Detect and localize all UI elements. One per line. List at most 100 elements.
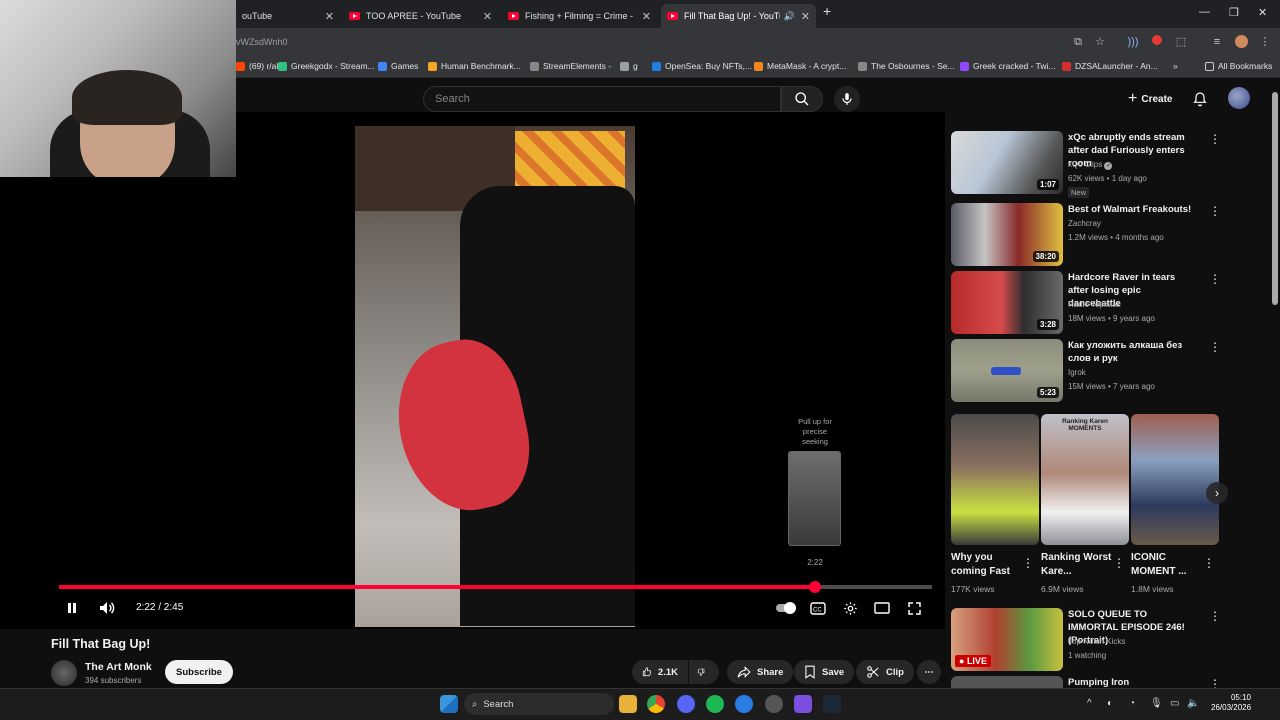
channel-name[interactable]: The Art Monk <box>85 661 152 673</box>
discord-icon[interactable] <box>677 695 695 713</box>
system-clock[interactable]: 05:10 26/03/2026 <box>1211 693 1251 713</box>
recommendation-item[interactable]: Pumping Iron ⋮ <box>951 676 1221 688</box>
more-vertical-icon[interactable]: ⋮ <box>1209 132 1221 146</box>
volume-button[interactable] <box>98 599 116 617</box>
all-bookmarks-button[interactable]: All Bookmarks <box>1205 61 1272 71</box>
obs-icon[interactable] <box>765 695 783 713</box>
reading-list-icon[interactable]: ≡ <box>1210 35 1224 49</box>
fullscreen-button[interactable] <box>905 599 923 617</box>
settings-button[interactable] <box>841 599 859 617</box>
create-button[interactable]: + Create <box>1118 86 1182 112</box>
like-button[interactable]: 2.1K <box>632 660 688 684</box>
chevron-right-icon[interactable]: › <box>1206 482 1228 504</box>
progress-scrubber[interactable] <box>809 581 821 593</box>
browser-tab-active[interactable]: Fill That Bag Up! - YouTube 🔊 ✕ <box>661 4 816 28</box>
install-app-icon[interactable]: ⧉ <box>1071 35 1085 49</box>
bookmark-item[interactable]: StreamElements - <box>530 61 611 71</box>
display-icon[interactable]: ▭ <box>1170 698 1179 709</box>
speaker-icon[interactable]: 🔈 <box>1187 698 1199 709</box>
restore-icon[interactable]: ❐ <box>1229 6 1239 19</box>
rec-channel[interactable]: xQc Clips ✓ <box>1068 160 1113 170</box>
more-vertical-icon[interactable]: ⋮ <box>1113 556 1125 570</box>
close-icon[interactable]: ✕ <box>642 10 651 23</box>
more-vertical-icon[interactable]: ⋮ <box>1209 677 1221 688</box>
short-title[interactable]: Why you coming Fast <box>951 551 1023 579</box>
bookmark-star-icon[interactable]: ☆ <box>1093 35 1107 49</box>
browser-tab[interactable]: ouTube ✕ <box>236 4 340 28</box>
bookmark-item[interactable]: DZSALauncher - An... <box>1062 61 1158 71</box>
extensions-puzzle-icon[interactable]: ⬚ <box>1174 35 1188 49</box>
chrome-icon[interactable] <box>647 695 665 713</box>
short-thumbnail[interactable] <box>1131 414 1219 545</box>
video-thumbnail[interactable] <box>951 676 1063 688</box>
browser-tab[interactable]: Fishing + Filming = Crime - You ✕ <box>502 4 657 28</box>
file-explorer-icon[interactable] <box>619 695 637 713</box>
bookmark-item[interactable]: The Osbournes - Se... <box>858 61 955 71</box>
chrome-menu-icon[interactable]: ⋮ <box>1258 35 1272 49</box>
notifications-bell-icon[interactable] <box>1192 90 1208 108</box>
steam-icon[interactable] <box>823 695 841 713</box>
autoplay-toggle[interactable] <box>776 599 798 617</box>
rec-channel[interactable]: Top Notch Kicks <box>1068 637 1125 646</box>
tray-network-icon[interactable]: ◔ <box>1129 698 1135 709</box>
voice-search-button[interactable] <box>834 86 860 112</box>
rec-title[interactable]: Как уложить алкаша без слов и рук <box>1068 339 1196 365</box>
bookmark-item[interactable]: Games <box>378 61 418 71</box>
more-vertical-icon[interactable]: ⋮ <box>1203 556 1215 570</box>
rec-title[interactable]: Pumping Iron <box>1068 676 1196 688</box>
bookmark-item[interactable]: Greek cracked - Twi... <box>960 61 1056 71</box>
subscribe-button[interactable]: Subscribe <box>165 660 233 684</box>
video-thumbnail[interactable]: 1:07 <box>951 131 1063 194</box>
app-grid-icon[interactable] <box>794 695 812 713</box>
bookmark-item[interactable]: MetaMask - A crypt... <box>754 61 846 71</box>
more-vertical-icon[interactable]: ⋮ <box>1209 609 1221 623</box>
video-thumbnail[interactable]: 38:20 <box>951 203 1063 266</box>
more-vertical-icon[interactable]: ⋮ <box>1209 204 1221 218</box>
audio-playing-icon[interactable]: 🔊 <box>784 11 795 22</box>
more-vertical-icon[interactable]: ⋮ <box>1209 340 1221 354</box>
windows-start-icon[interactable] <box>440 695 458 713</box>
rec-channel[interactable]: Radio Topkaas <box>1068 300 1121 309</box>
more-actions-button[interactable]: ⋯ <box>917 660 941 684</box>
url-text[interactable]: vWZsdWnh0 <box>236 37 288 47</box>
tray-overflow-icon[interactable]: ^ <box>1087 698 1092 709</box>
browser-tab[interactable]: TOO APREE - YouTube ✕ <box>343 4 498 28</box>
bookmark-item[interactable]: Greekgodx - Stream... <box>278 61 375 71</box>
profile-avatar-icon[interactable] <box>1234 35 1248 49</box>
short-thumbnail[interactable] <box>951 414 1039 545</box>
captions-button[interactable]: CC <box>809 599 827 617</box>
account-avatar[interactable] <box>1228 87 1250 109</box>
theater-mode-button[interactable] <box>873 599 891 617</box>
bookmarks-overflow-button[interactable]: » <box>1173 61 1178 71</box>
bookmark-item[interactable]: g <box>620 61 638 71</box>
window-close-icon[interactable]: ✕ <box>1258 6 1267 19</box>
rec-channel[interactable]: Zachcray <box>1068 219 1101 228</box>
close-icon[interactable]: ✕ <box>801 10 810 23</box>
minimize-icon[interactable]: — <box>1199 6 1210 18</box>
extension-waves-icon[interactable]: ))) <box>1126 35 1140 49</box>
pause-button[interactable] <box>63 599 81 617</box>
bookmark-item[interactable]: OpenSea: Buy NFTs,... <box>652 61 752 71</box>
save-button[interactable]: Save <box>794 660 855 684</box>
short-title[interactable]: Ranking Worst Kare... <box>1041 551 1113 579</box>
more-vertical-icon[interactable]: ⋮ <box>1022 556 1034 570</box>
tray-app-icon[interactable]: ◐ <box>1107 698 1113 709</box>
short-title[interactable]: ICONIC MOMENT ... <box>1131 551 1203 579</box>
close-icon[interactable]: ✕ <box>325 10 334 23</box>
clip-button[interactable]: Clip <box>856 660 914 684</box>
video-thumbnail[interactable]: 3:28 <box>951 271 1063 334</box>
search-input[interactable]: Search <box>423 86 781 112</box>
close-icon[interactable]: ✕ <box>483 10 492 23</box>
new-tab-button[interactable]: + <box>823 3 831 19</box>
microphone-tray-icon[interactable]: 🎙 <box>1150 698 1163 709</box>
bookmark-item[interactable]: Human Benchmark... <box>428 61 521 71</box>
channel-avatar[interactable] <box>51 660 77 686</box>
taskbar-search[interactable]: ⌕ Search <box>464 693 614 715</box>
dislike-button[interactable] <box>689 660 719 684</box>
app-c-icon[interactable] <box>735 695 753 713</box>
scrollbar-thumb[interactable] <box>1272 92 1278 305</box>
short-thumbnail[interactable]: Ranking Karen MOMENTS <box>1041 414 1129 545</box>
extension-record-icon[interactable] <box>1150 35 1164 49</box>
share-button[interactable]: Share <box>727 660 794 684</box>
more-vertical-icon[interactable]: ⋮ <box>1209 272 1221 286</box>
